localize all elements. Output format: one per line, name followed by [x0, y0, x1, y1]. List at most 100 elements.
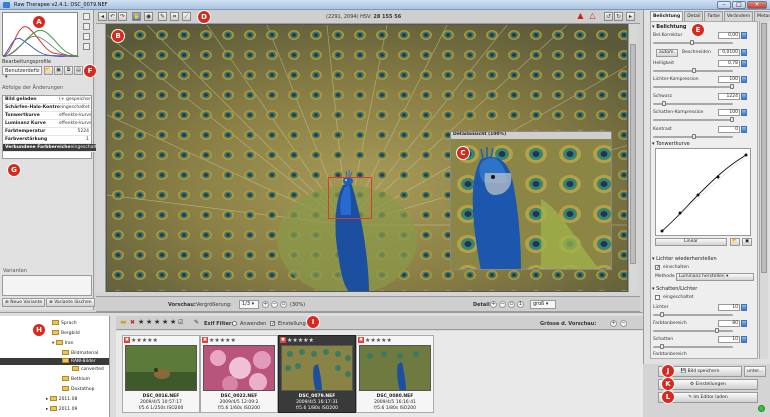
star-filter-icon[interactable]: ★	[146, 319, 152, 326]
tree-node[interactable]: Sprach	[52, 320, 77, 327]
luminance-channel-button[interactable]	[82, 43, 90, 50]
load-curve-icon[interactable]: 📂	[730, 238, 740, 246]
schatten-checkbox[interactable]	[655, 295, 660, 300]
param-spin[interactable]	[741, 126, 747, 133]
star-filter-icon[interactable]: ★	[170, 319, 176, 326]
param-value[interactable]: 0,00	[718, 32, 740, 39]
auto-levels-button[interactable]: autom.	[656, 49, 678, 57]
star-filter-icon[interactable]: ★	[154, 319, 160, 326]
tree-node-selected[interactable]: RAW-Bilder	[0, 358, 109, 365]
section-lichter[interactable]: ▾ Lichter wiederherstellen	[652, 256, 717, 264]
variants-list[interactable]	[2, 275, 92, 296]
tab-metadata[interactable]: Metadata	[754, 11, 770, 21]
settings-filter-checkbox[interactable]: ✓	[270, 321, 275, 327]
star-filter-icon[interactable]: ★	[162, 319, 168, 326]
open-profile-icon[interactable]: 📂	[44, 66, 53, 75]
param-slider[interactable]	[653, 86, 733, 88]
param-spin[interactable]	[741, 109, 747, 116]
thumbnail-card-selected[interactable]: ✖ ★★★★★ DSC_0079.NEF 2009/4/5 16:17:31 f…	[278, 335, 356, 413]
history-row[interactable]: Luminanz Kurve effenkte-kurve	[3, 120, 91, 128]
detail-zoom-fit-icon[interactable]: ▫	[508, 301, 515, 308]
thumbnail-card[interactable]: ✖ ★★★★★ DSC_0022.NEF 2009/4/5 12:09:2 f/…	[200, 335, 278, 413]
lichter-checkbox[interactable]: ✓	[655, 265, 660, 271]
tool-scroll-thumb[interactable]	[761, 23, 767, 273]
save-as-button[interactable]: unter...	[744, 366, 766, 377]
param-spin[interactable]	[741, 76, 747, 83]
rotate-left-icon[interactable]: ↺	[604, 12, 613, 21]
param-spin[interactable]	[741, 336, 747, 343]
methode-select[interactable]: Luminanz herstellen ▾	[676, 273, 754, 281]
close-button[interactable]: ×	[747, 1, 767, 9]
tree-node[interactable]: converted	[72, 366, 104, 373]
param-value[interactable]: 1224	[718, 93, 740, 100]
param-slider[interactable]	[653, 314, 733, 316]
param-value[interactable]: 0	[718, 126, 740, 133]
paste-profile-icon[interactable]: ▤	[74, 66, 83, 75]
param-value[interactable]: 10	[718, 336, 740, 343]
trash-icon[interactable]: ✖	[280, 337, 286, 343]
param-value[interactable]: 0,78	[718, 60, 740, 67]
history-row-selected[interactable]: Verbundene Farbbereiche eingeschaltet	[3, 144, 103, 152]
slider-knob[interactable]	[660, 344, 664, 349]
zoom-fit-icon[interactable]: ▫	[280, 301, 287, 308]
thumbnail-card[interactable]: ✖ ★★★★★ DSC_0016.NEF 2009/4/5 10:57:17 f…	[122, 335, 200, 413]
param-slider[interactable]	[653, 119, 733, 121]
rating-stars[interactable]: ★★★★★	[287, 337, 314, 344]
warning-highlights-icon[interactable]: ▲	[576, 12, 585, 21]
history-row[interactable]: Schärfen-Halo-Kontrolleeingeschaltet	[3, 104, 91, 112]
param-slider[interactable]	[653, 346, 733, 348]
red-channel-button[interactable]	[82, 13, 90, 20]
param-slider[interactable]	[653, 330, 733, 332]
save-curve-icon[interactable]: ▣	[742, 238, 752, 246]
tree-node[interactable]: ▾ Iran	[52, 340, 74, 347]
history-row[interactable]: Farbtemperatur 5224	[3, 128, 91, 136]
param-spin[interactable]	[741, 93, 747, 100]
rating-stars[interactable]: ★★★★★	[209, 337, 236, 344]
param-value[interactable]: 10	[718, 304, 740, 311]
thumb-zoom-in-icon[interactable]: +	[610, 320, 617, 327]
tree-node[interactable]: ▸ 2011.08	[46, 396, 77, 403]
slider-knob[interactable]	[730, 117, 734, 122]
history-row[interactable]: Farbverstärkung 1	[3, 136, 91, 144]
blue-channel-button[interactable]	[82, 33, 90, 40]
apply-filter-radio[interactable]	[232, 321, 237, 326]
redo-icon[interactable]: ↷	[118, 12, 127, 21]
tree-node[interactable]: Bildmaterial	[62, 350, 98, 357]
tool-panel-scrollbar[interactable]	[759, 21, 768, 359]
delete-variant-button[interactable]: ⊗ Variante löschen	[46, 298, 95, 307]
slider-knob[interactable]	[662, 101, 666, 106]
slider-knob[interactable]	[692, 68, 696, 73]
eyedropper-icon[interactable]: ✎	[158, 12, 167, 21]
tab-belichtung[interactable]: Belichtung	[650, 11, 684, 21]
hide-right-panel-icon[interactable]: ▸	[626, 12, 635, 21]
new-variant-button[interactable]: ⊕ Neue Variante	[2, 298, 46, 307]
tone-curve-editor[interactable]	[655, 148, 751, 236]
history-row[interactable]: Tonwertkurve effenkte-kurve	[3, 112, 91, 120]
history-row[interactable]: Bild geladen (+ gespeichert)	[3, 96, 91, 104]
unrated-filter-icon[interactable]: ☑	[178, 319, 183, 326]
param-value[interactable]: 100	[718, 109, 740, 116]
tab-farbe[interactable]: Farbe	[704, 11, 723, 21]
clip-value[interactable]: 0,0100	[718, 49, 740, 56]
folder-icon[interactable]: ▬	[120, 319, 127, 326]
rating-stars[interactable]: ★★★★★	[365, 337, 392, 344]
tree-node[interactable]: ▸ 2011.09	[46, 406, 77, 413]
slider-knob[interactable]	[730, 84, 734, 89]
zoom-select[interactable]: 1/3 ▾	[239, 300, 259, 309]
detail-zoom-100-icon[interactable]: 1	[517, 301, 524, 308]
trash-icon[interactable]: ✖	[124, 337, 130, 343]
clip-spin[interactable]	[741, 49, 747, 56]
star-filter-icon[interactable]: ★	[138, 319, 144, 326]
zoom-in-icon[interactable]: +	[262, 301, 269, 308]
maximize-button[interactable]: □	[732, 1, 746, 9]
viewer-scroll-thumb[interactable]	[630, 44, 636, 264]
viewer-scrollbar[interactable]	[628, 24, 637, 292]
thumbnail-card[interactable]: ✖ ★★★★★ DSC_0080.NEF 2009/4/5 16:16:41 f…	[356, 335, 434, 413]
folder-tree[interactable]: Sprach Bergbild ▾ Iran Bildmaterial RAW-…	[0, 316, 110, 417]
rotate-right-icon[interactable]: ↻	[614, 12, 623, 21]
zoom-out-icon[interactable]: −	[271, 301, 278, 308]
edited-filter-icon[interactable]: ✎	[194, 319, 199, 326]
undo-icon[interactable]: ↶	[108, 12, 117, 21]
trash-icon[interactable]: ✖	[202, 337, 208, 343]
tab-detail[interactable]: Detail	[684, 11, 704, 21]
